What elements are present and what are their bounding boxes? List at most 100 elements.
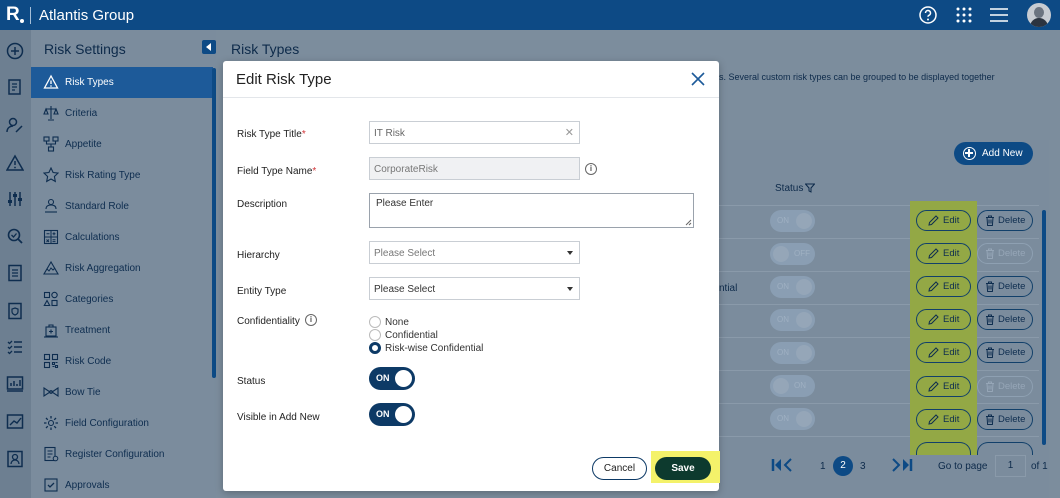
edit-button[interactable]: Edit <box>916 409 971 430</box>
delete-button[interactable]: Delete <box>977 210 1033 231</box>
warning-icon[interactable] <box>6 154 24 172</box>
edit-button[interactable]: Edit <box>916 210 971 231</box>
page-number-current[interactable]: 2 <box>833 456 853 476</box>
document-icon[interactable] <box>6 78 24 96</box>
app-logo[interactable]: R <box>6 4 20 26</box>
sidebar-item-criteria[interactable]: Criteria <box>31 98 213 129</box>
brand-divider <box>30 7 31 24</box>
info-icon[interactable]: i <box>305 314 317 326</box>
save-button[interactable]: Save <box>655 457 711 480</box>
row-status-toggle[interactable]: ON <box>770 309 815 331</box>
last-page-icon[interactable] <box>890 457 914 473</box>
sidebar-item-risk-aggregation[interactable]: Risk Aggregation <box>31 253 213 284</box>
row-divider <box>719 337 1039 338</box>
sidebar-item-standard-role[interactable]: Standard Role <box>31 191 213 222</box>
sidebar-item-field-configuration[interactable]: Field Configuration <box>31 408 213 439</box>
row-status-toggle[interactable]: ON <box>770 342 815 364</box>
logo-dot <box>20 19 24 23</box>
hierarchy-label: Hierarchy <box>237 250 280 261</box>
page-number[interactable]: 1 <box>820 461 826 472</box>
sidebar-item-label: Criteria <box>65 108 98 119</box>
sliders-icon[interactable] <box>6 190 24 208</box>
delete-button[interactable]: Delete <box>977 409 1033 430</box>
edit-button[interactable]: Edit <box>916 276 971 297</box>
filter-icon[interactable] <box>805 183 815 193</box>
sidebar-item-approvals[interactable]: Approvals <box>31 470 213 498</box>
user-card-icon[interactable] <box>6 450 24 468</box>
row-status-toggle[interactable]: ON <box>770 276 815 298</box>
sidebar-item-categories[interactable]: Categories <box>31 284 213 315</box>
field-type-name-label: Field Type Name* <box>237 166 317 177</box>
delete-button[interactable] <box>977 442 1033 455</box>
help-icon[interactable] <box>918 5 938 25</box>
delete-button[interactable]: Delete <box>977 309 1033 330</box>
sidebar-item-calculations[interactable]: Calculations <box>31 222 213 253</box>
status-column-header[interactable]: Status <box>775 183 815 194</box>
field-type-name-input[interactable]: CorporateRisk <box>369 157 580 180</box>
checklist-icon[interactable] <box>6 338 24 356</box>
appetite-icon <box>43 136 59 152</box>
toggle-label: ON <box>777 414 789 423</box>
page-number[interactable]: 3 <box>860 461 866 472</box>
description-textarea[interactable]: Please Enter <box>369 193 694 228</box>
go-to-page-input[interactable]: 1 <box>995 455 1026 477</box>
sidebar-item-risk-types[interactable]: Risk Types <box>31 67 213 98</box>
edit-button[interactable] <box>916 442 971 455</box>
modal-title: Edit Risk Type <box>236 71 332 88</box>
chart-icon[interactable] <box>6 413 24 431</box>
edit-button[interactable]: Edit <box>916 342 971 363</box>
edit-button[interactable]: Edit <box>916 243 971 264</box>
report-icon[interactable] <box>6 264 24 282</box>
toggle-label: ON <box>376 409 390 419</box>
brand-name: Atlantis Group <box>39 7 135 24</box>
sidebar-item-bow-tie[interactable]: Bow Tie <box>31 377 213 408</box>
search-check-icon[interactable] <box>6 227 24 245</box>
table-scrollbar[interactable] <box>1042 210 1046 445</box>
info-icon[interactable]: i <box>585 163 597 175</box>
delete-button[interactable]: Delete <box>977 342 1033 363</box>
sidebar-item-register-configuration[interactable]: Register Configuration <box>31 439 213 470</box>
entity-type-value: Please Select <box>374 284 436 295</box>
resize-handle-icon[interactable] <box>685 219 692 226</box>
sidebar-item-risk-rating-type[interactable]: Risk Rating Type <box>31 160 213 191</box>
confidentiality-radio-none[interactable] <box>369 316 381 328</box>
row-status-toggle[interactable]: ON <box>770 408 815 430</box>
row-status-toggle[interactable]: ON <box>770 375 815 397</box>
apps-grid-icon[interactable] <box>954 5 974 25</box>
dashboard-icon[interactable] <box>6 375 24 393</box>
user-avatar[interactable] <box>1027 3 1051 27</box>
edit-button[interactable]: Edit <box>916 309 971 330</box>
criteria-icon <box>43 106 59 121</box>
visible-in-add-new-toggle[interactable]: ON <box>369 403 415 426</box>
clear-icon[interactable]: ✕ <box>565 126 574 139</box>
add-circle-icon[interactable] <box>6 42 24 60</box>
code-icon <box>43 353 59 369</box>
collapse-sidebar-button[interactable] <box>202 40 216 54</box>
risk-type-title-input[interactable]: IT Risk ✕ <box>369 121 580 144</box>
add-new-button[interactable]: Add New <box>954 142 1033 165</box>
edit-button[interactable]: Edit <box>916 376 971 397</box>
modal-header-divider <box>223 97 719 98</box>
delete-button[interactable]: Delete <box>977 243 1033 264</box>
hamburger-menu-icon[interactable] <box>988 5 1010 25</box>
sidebar-item-appetite[interactable]: Appetite <box>31 129 213 160</box>
sidebar-item-risk-code[interactable]: Risk Code <box>31 346 213 377</box>
pencil-icon <box>928 248 939 259</box>
sidebar-scrollbar[interactable] <box>212 68 216 378</box>
delete-button[interactable]: Delete <box>977 276 1033 297</box>
close-icon[interactable] <box>689 70 707 88</box>
first-page-icon[interactable] <box>770 457 794 473</box>
confidentiality-radio-confidential[interactable] <box>369 329 381 341</box>
row-status-toggle[interactable]: ON <box>770 210 815 232</box>
hierarchy-select[interactable]: Please Select <box>369 241 580 264</box>
confidentiality-radio-risk-wise[interactable] <box>369 342 381 354</box>
cancel-button[interactable]: Cancel <box>592 457 647 480</box>
shield-doc-icon[interactable] <box>6 302 24 320</box>
entity-type-select[interactable]: Please Select <box>369 277 580 300</box>
row-status-toggle[interactable]: OFF <box>770 243 815 265</box>
sidebar-item-treatment[interactable]: Treatment <box>31 315 213 346</box>
sidebar-item-label: Register Configuration <box>65 449 165 460</box>
user-edit-icon[interactable] <box>6 116 24 134</box>
status-toggle[interactable]: ON <box>369 367 415 390</box>
delete-button[interactable]: Delete <box>977 376 1033 397</box>
